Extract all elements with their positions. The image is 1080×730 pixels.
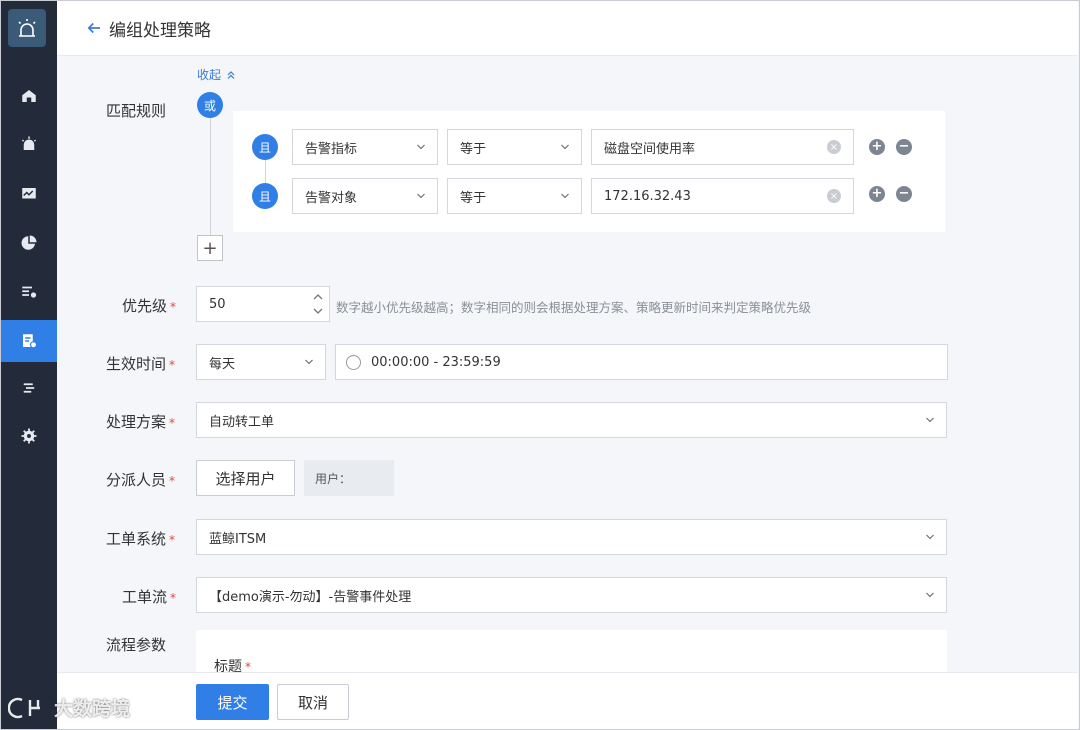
- rule-connector-line: [210, 116, 211, 236]
- clear-icon[interactable]: ×: [827, 189, 841, 203]
- watermark: 大数跨境: [8, 694, 130, 721]
- alarm-logo-icon[interactable]: [8, 9, 46, 47]
- ticket-system-select[interactable]: 蓝鲸ITSM: [196, 519, 947, 555]
- rule-value-input[interactable]: 磁盘空间使用率 ×: [591, 129, 854, 165]
- chevron-down-icon: [305, 359, 313, 365]
- clear-icon[interactable]: ×: [827, 140, 841, 154]
- strategy-doc-icon[interactable]: [1, 320, 57, 362]
- page-header: 编组处理策略: [57, 1, 1078, 56]
- rules-label: 匹配规则: [106, 102, 167, 120]
- rule-operator-select[interactable]: 等于: [447, 129, 582, 165]
- or-badge[interactable]: 或: [197, 92, 223, 118]
- priority-value: 50: [209, 296, 226, 312]
- submit-button[interactable]: 提交: [196, 684, 269, 720]
- rule-field-select[interactable]: 告警指标: [292, 129, 438, 165]
- time-range-input[interactable]: 00:00:00 - 23:59:59: [335, 344, 948, 380]
- double-chevron-up-icon: [227, 70, 235, 79]
- watermark-text: 大数跨境: [54, 698, 131, 720]
- back-arrow-icon[interactable]: [85, 19, 103, 37]
- sidebar: [1, 1, 57, 729]
- remove-rule-icon[interactable]: −: [896, 139, 912, 155]
- chevron-down-icon: [417, 144, 425, 150]
- flow-params-label: 流程参数: [106, 636, 167, 654]
- rule-value-text: 172.16.32.43: [604, 188, 691, 204]
- chevron-down-icon: [561, 144, 569, 150]
- solution-select[interactable]: 自动转工单: [196, 402, 947, 438]
- and-badge[interactable]: 且: [252, 134, 278, 160]
- ticket-flow-value: 【demo演示-勿动】-告警事件处理: [209, 589, 412, 605]
- effective-time-label: 生效时间 *: [106, 355, 176, 373]
- ticket-flow-select[interactable]: 【demo演示-勿动】-告警事件处理: [196, 577, 947, 613]
- monitor-chart-icon[interactable]: [1, 173, 57, 215]
- chevron-down-icon: [926, 592, 934, 598]
- frequency-value: 每天: [209, 356, 236, 372]
- solution-label: 处理方案 *: [106, 413, 176, 431]
- rule-value-text: 磁盘空间使用率: [604, 141, 696, 157]
- watermark-logo-icon: [8, 697, 40, 718]
- rule-operator-select[interactable]: 等于: [447, 178, 582, 214]
- select-user-button[interactable]: 选择用户: [196, 460, 295, 496]
- home-icon[interactable]: [1, 75, 57, 117]
- chevron-down-icon: [926, 417, 934, 423]
- rule-value-input[interactable]: 172.16.32.43 ×: [591, 178, 854, 214]
- pie-chart-icon[interactable]: [1, 222, 57, 264]
- clock-icon: [346, 354, 361, 370]
- ticket-flow-label: 工单流 *: [122, 588, 177, 606]
- cancel-button[interactable]: 取消: [277, 684, 349, 720]
- add-rule-group-button[interactable]: +: [197, 235, 223, 261]
- page-title: 编组处理策略: [109, 21, 211, 41]
- remove-rule-icon[interactable]: −: [896, 186, 912, 202]
- user-tag: 用户：: [304, 460, 394, 496]
- ticket-system-label: 工单系统 *: [106, 530, 176, 548]
- chevron-down-icon: [926, 534, 934, 540]
- chevron-down-icon: [417, 193, 425, 199]
- ticket-system-value: 蓝鲸ITSM: [209, 531, 267, 547]
- frequency-select[interactable]: 每天: [196, 344, 326, 380]
- chevron-down-icon: [561, 193, 569, 199]
- flow-params-panel: 标题 *: [196, 630, 947, 675]
- time-range-value: 00:00:00 - 23:59:59: [371, 354, 501, 370]
- collapse-label: 收起: [197, 68, 222, 82]
- and-connector-line: [265, 160, 266, 184]
- priority-hint: 数字越小优先级越高；数字相同的则会根据处理方案、策略更新时间来判定策略优先级: [336, 300, 812, 315]
- priority-label: 优先级 *: [122, 297, 177, 315]
- assignee-label: 分派人员 *: [106, 471, 176, 489]
- add-rule-icon[interactable]: +: [869, 186, 885, 202]
- priority-input[interactable]: 50: [196, 286, 330, 322]
- rule-operator-value: 等于: [460, 190, 487, 206]
- flow-icon[interactable]: [1, 367, 57, 409]
- rule-field-value: 告警对象: [305, 190, 358, 206]
- collapse-link[interactable]: 收起: [197, 66, 237, 83]
- rule-field-select[interactable]: 告警对象: [292, 178, 438, 214]
- list-settings-icon[interactable]: [1, 271, 57, 313]
- rule-field-value: 告警指标: [305, 141, 358, 157]
- and-badge[interactable]: 且: [252, 183, 278, 209]
- solution-value: 自动转工单: [209, 414, 275, 430]
- add-rule-icon[interactable]: +: [869, 139, 885, 155]
- gear-icon[interactable]: [1, 415, 57, 457]
- stepper-arrows-icon[interactable]: [313, 291, 323, 317]
- alarm-icon[interactable]: [1, 123, 57, 165]
- rule-operator-value: 等于: [460, 141, 487, 157]
